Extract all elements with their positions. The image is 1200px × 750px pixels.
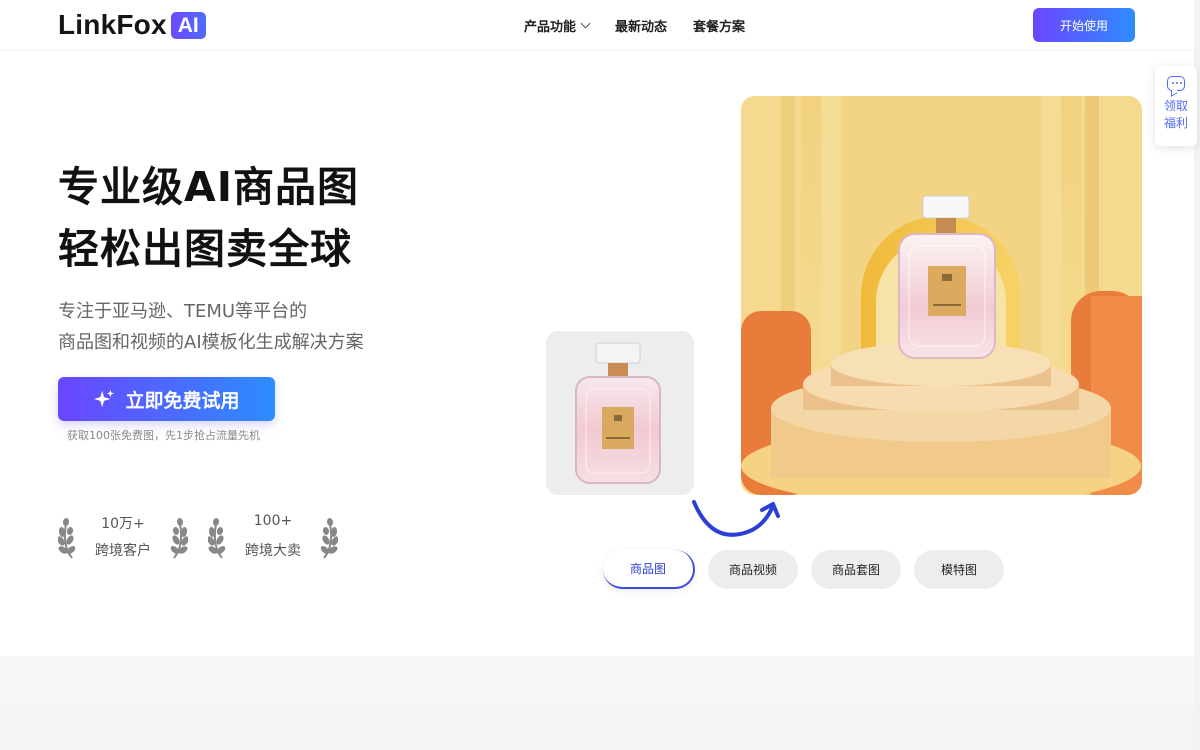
perfume-bottle-image xyxy=(575,342,661,484)
chat-icon xyxy=(1167,76,1185,91)
nav-item-label: 套餐方案 xyxy=(693,19,746,35)
generated-product-image xyxy=(741,96,1142,495)
nav-item-news[interactable]: 最新动态 xyxy=(615,16,667,35)
hero-subtitle: 专注于亚马逊、TEMU等平台的 商品图和视频的AI模板化生成解决方案 xyxy=(58,296,364,358)
tab-product-image[interactable]: 商品图 xyxy=(603,550,695,589)
claim-welfare-widget[interactable]: 领取 福利 xyxy=(1155,66,1197,146)
laurel-icon xyxy=(320,518,338,559)
nav-item-features[interactable]: 产品功能 xyxy=(524,16,591,35)
nav-item-pricing[interactable]: 套餐方案 xyxy=(693,16,745,35)
free-trial-label: 立即免费试用 xyxy=(125,389,240,412)
hero-subtitle-line2: 商品图和视频的AI模板化生成解决方案 xyxy=(58,332,364,353)
nav-item-label: 最新动态 xyxy=(615,19,668,35)
hero-title-line2: 轻松出图卖全球 xyxy=(58,225,352,273)
main-nav: 产品功能 最新动态 套餐方案 xyxy=(524,0,745,50)
stat-customers: 10万+ 跨境客户 xyxy=(58,508,188,564)
logo-text: LinkFox xyxy=(58,9,167,40)
showcase-tabs: 商品图 商品视频 商品套图 模特图 xyxy=(603,550,1004,589)
tab-product-video[interactable]: 商品视频 xyxy=(708,550,798,589)
hero-subtitle-line1: 专注于亚马逊、TEMU等平台的 xyxy=(58,301,308,322)
cta-note: 获取100张免费图，先1步抢占流量先机 xyxy=(67,429,260,442)
hero-title: 专业级AI商品图 轻松出图卖全球 xyxy=(58,156,359,280)
laurel-icon xyxy=(170,518,188,559)
next-section-background xyxy=(0,656,1194,750)
top-nav-bar: LinkFox AI 产品功能 最新动态 套餐方案 开始使用 xyxy=(0,0,1200,50)
curved-arrow-icon xyxy=(692,500,780,537)
chevron-down-icon xyxy=(580,18,591,28)
sparkle-icon xyxy=(94,389,115,408)
hero-title-line1: 专业级AI商品图 xyxy=(58,163,359,211)
tab-product-set[interactable]: 商品套图 xyxy=(811,550,901,589)
free-trial-button[interactable]: 立即免费试用 xyxy=(58,377,275,421)
linkfox-logo[interactable]: LinkFox AI xyxy=(58,9,206,41)
nav-item-label: 产品功能 xyxy=(524,19,577,35)
tab-model-image[interactable]: 模特图 xyxy=(914,550,1004,589)
logo-ai-badge: AI xyxy=(170,11,206,39)
source-product-image xyxy=(546,331,694,495)
welfare-label: 领取 福利 xyxy=(1163,99,1188,130)
start-using-button[interactable]: 开始使用 xyxy=(1033,8,1135,42)
perfume-scene-image xyxy=(741,96,1142,495)
stat-top-sellers: 100+ 跨境大卖 xyxy=(208,508,338,564)
